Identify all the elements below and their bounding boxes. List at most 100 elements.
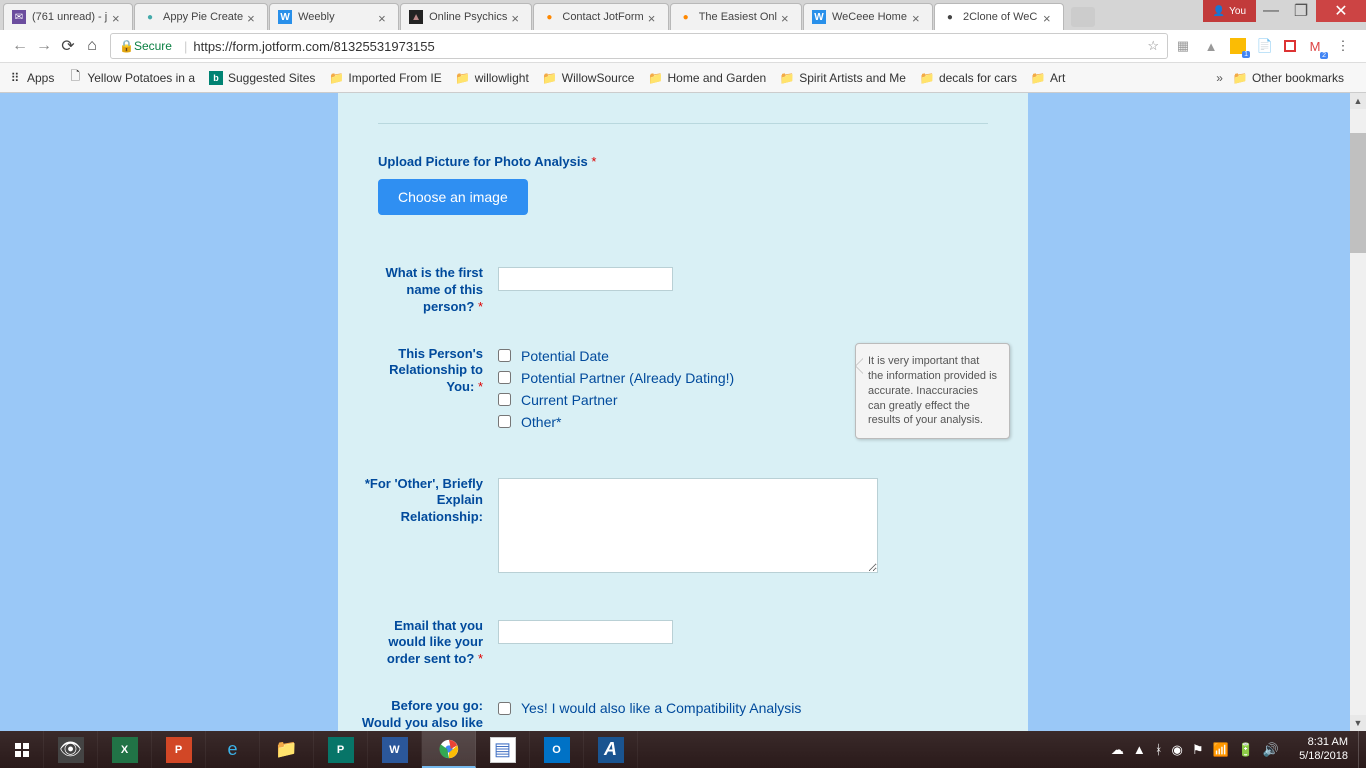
weebly-icon: W: [278, 10, 292, 24]
other-textarea[interactable]: [498, 478, 878, 573]
taskbar: 👁 X P e 📁 P W ▤ O A ☁ ▲ ᚼ ◉ ⚑ 📶 🔋 🔊 8:31…: [0, 731, 1366, 768]
bookmark-bar: ⠿Apps 🗋Yellow Potatoes in a bSuggested S…: [0, 63, 1366, 93]
url-field[interactable]: 🔒 Secure | https://form.jotform.com/8132…: [110, 33, 1168, 59]
taskbar-eye-app[interactable]: 👁: [44, 731, 98, 768]
drive-icon[interactable]: ▲: [1202, 37, 1220, 55]
checkbox-potential-partner[interactable]: [498, 371, 511, 384]
bookmark-item[interactable]: 🗋Yellow Potatoes in a: [68, 71, 195, 85]
tab-clone[interactable]: ●2Clone of WeC×: [934, 3, 1064, 30]
option-label[interactable]: Other*: [521, 414, 561, 430]
apps-icon: ⠿: [8, 71, 22, 85]
taskbar-app-a[interactable]: A: [584, 731, 638, 768]
tab-weceee[interactable]: WWeCeee Home×: [803, 3, 933, 30]
bookmark-folder[interactable]: 📁Home and Garden: [648, 71, 766, 85]
tab-weebly[interactable]: WWeebly×: [269, 3, 399, 30]
close-icon[interactable]: ×: [912, 11, 924, 23]
option-label[interactable]: Potential Date: [521, 348, 609, 364]
tab-jotform[interactable]: ●Contact JotForm×: [533, 3, 668, 30]
bookmark-overflow[interactable]: »: [1216, 71, 1223, 85]
tray-security-icon[interactable]: ◉: [1172, 742, 1183, 758]
pdf-icon[interactable]: 📄: [1256, 37, 1274, 55]
bookmark-folder[interactable]: 📁willowlight: [456, 71, 529, 85]
scroll-down-icon[interactable]: ▼: [1350, 715, 1366, 731]
close-icon[interactable]: ×: [648, 11, 660, 23]
browser-chrome: ✉(761 unread) - j× ●Appy Pie Create× WWe…: [0, 0, 1366, 93]
bookmark-folder[interactable]: 📁decals for cars: [920, 71, 1017, 85]
close-icon[interactable]: ×: [247, 11, 259, 23]
bookmark-folder[interactable]: 📁Art: [1031, 71, 1065, 85]
taskbar-ie[interactable]: e: [206, 731, 260, 768]
taskbar-powerpoint[interactable]: P: [152, 731, 206, 768]
upload-label: Upload Picture for Photo Analysis *: [378, 154, 1008, 171]
ext-red-icon[interactable]: [1284, 40, 1296, 52]
apps-button[interactable]: ⠿Apps: [8, 71, 54, 85]
close-icon[interactable]: ×: [781, 11, 793, 23]
back-button[interactable]: ←: [8, 34, 32, 58]
firstname-input[interactable]: [498, 267, 673, 291]
close-icon[interactable]: ×: [378, 11, 390, 23]
taskbar-explorer[interactable]: 📁: [260, 731, 314, 768]
maximize-button[interactable]: ❐: [1286, 0, 1316, 22]
compat-label: Before you go: Would you also like a Com…: [358, 698, 498, 731]
checkbox-potential-date[interactable]: [498, 349, 511, 362]
taskbar-excel[interactable]: X: [98, 731, 152, 768]
checkbox-compatibility[interactable]: [498, 702, 511, 715]
page-icon: ●: [943, 10, 957, 24]
ext-icon[interactable]: ▦: [1174, 37, 1192, 55]
show-desktop-button[interactable]: [1358, 731, 1366, 768]
system-tray: ☁ ▲ ᚼ ◉ ⚑ 📶 🔋 🔊 8:31 AM 5/18/2018: [1101, 731, 1366, 768]
folder-icon: 📁: [648, 71, 662, 85]
tray-network-icon[interactable]: 📶: [1213, 742, 1229, 758]
relationship-label: This Person's Relationship to You: *: [358, 346, 498, 436]
other-bookmarks[interactable]: 📁Other bookmarks: [1233, 71, 1344, 85]
tray-up-icon[interactable]: ▲: [1133, 742, 1146, 757]
menu-icon[interactable]: ⋮: [1334, 37, 1352, 55]
tray-cloud-icon[interactable]: ☁: [1111, 742, 1124, 758]
taskbar-app[interactable]: ▤: [476, 731, 530, 768]
bookmark-folder[interactable]: 📁Imported From IE: [329, 71, 441, 85]
ext-yellow-icon[interactable]: 1: [1230, 38, 1246, 54]
bookmark-item[interactable]: bSuggested Sites: [209, 71, 315, 85]
scrollbar[interactable]: ▲ ▼: [1350, 93, 1366, 731]
scroll-up-icon[interactable]: ▲: [1350, 93, 1366, 109]
gmail-icon[interactable]: M2: [1306, 37, 1324, 55]
star-icon[interactable]: ☆: [1147, 38, 1159, 54]
tab-easiest[interactable]: ●The Easiest Onl×: [670, 3, 802, 30]
bookmark-folder[interactable]: 📁WillowSource: [543, 71, 635, 85]
close-icon[interactable]: ×: [1043, 11, 1055, 23]
checkbox-current-partner[interactable]: [498, 393, 511, 406]
option-label[interactable]: Current Partner: [521, 392, 617, 408]
tray-volume-icon[interactable]: 🔊: [1263, 742, 1279, 758]
taskbar-chrome[interactable]: [422, 731, 476, 768]
minimize-button[interactable]: —: [1256, 0, 1286, 22]
reload-button[interactable]: ⟳: [56, 34, 80, 58]
folder-icon: 📁: [456, 71, 470, 85]
tray-flag-icon[interactable]: ⚑: [1192, 742, 1204, 758]
checkbox-other[interactable]: [498, 415, 511, 428]
start-button[interactable]: [0, 731, 44, 768]
home-button[interactable]: ⌂: [80, 34, 104, 58]
forward-button[interactable]: →: [32, 34, 56, 58]
taskbar-word[interactable]: W: [368, 731, 422, 768]
close-icon[interactable]: ×: [511, 11, 523, 23]
tray-bluetooth-icon[interactable]: ᚼ: [1155, 742, 1163, 757]
user-badge[interactable]: 👤You: [1203, 0, 1256, 22]
tab-psychics[interactable]: ▲Online Psychics×: [400, 3, 532, 30]
option-label[interactable]: Yes! I would also like a Compatibility A…: [521, 700, 801, 716]
scrollbar-thumb[interactable]: [1350, 133, 1366, 253]
firstname-label: What is the first name of this person? *: [358, 265, 498, 316]
tab-mail[interactable]: ✉(761 unread) - j×: [3, 3, 133, 30]
tray-battery-icon[interactable]: 🔋: [1238, 742, 1254, 758]
url-separator: |: [184, 39, 187, 54]
taskbar-outlook[interactable]: O: [530, 731, 584, 768]
choose-image-button[interactable]: Choose an image: [378, 179, 528, 215]
new-tab-button[interactable]: [1071, 7, 1095, 27]
close-icon[interactable]: ×: [112, 11, 124, 23]
taskbar-publisher[interactable]: P: [314, 731, 368, 768]
email-input[interactable]: [498, 620, 673, 644]
bookmark-folder[interactable]: 📁Spirit Artists and Me: [780, 71, 906, 85]
option-label[interactable]: Potential Partner (Already Dating!): [521, 370, 734, 386]
clock[interactable]: 8:31 AM 5/18/2018: [1289, 736, 1358, 762]
tab-appypie[interactable]: ●Appy Pie Create×: [134, 3, 268, 30]
close-window-button[interactable]: ✕: [1316, 0, 1366, 22]
